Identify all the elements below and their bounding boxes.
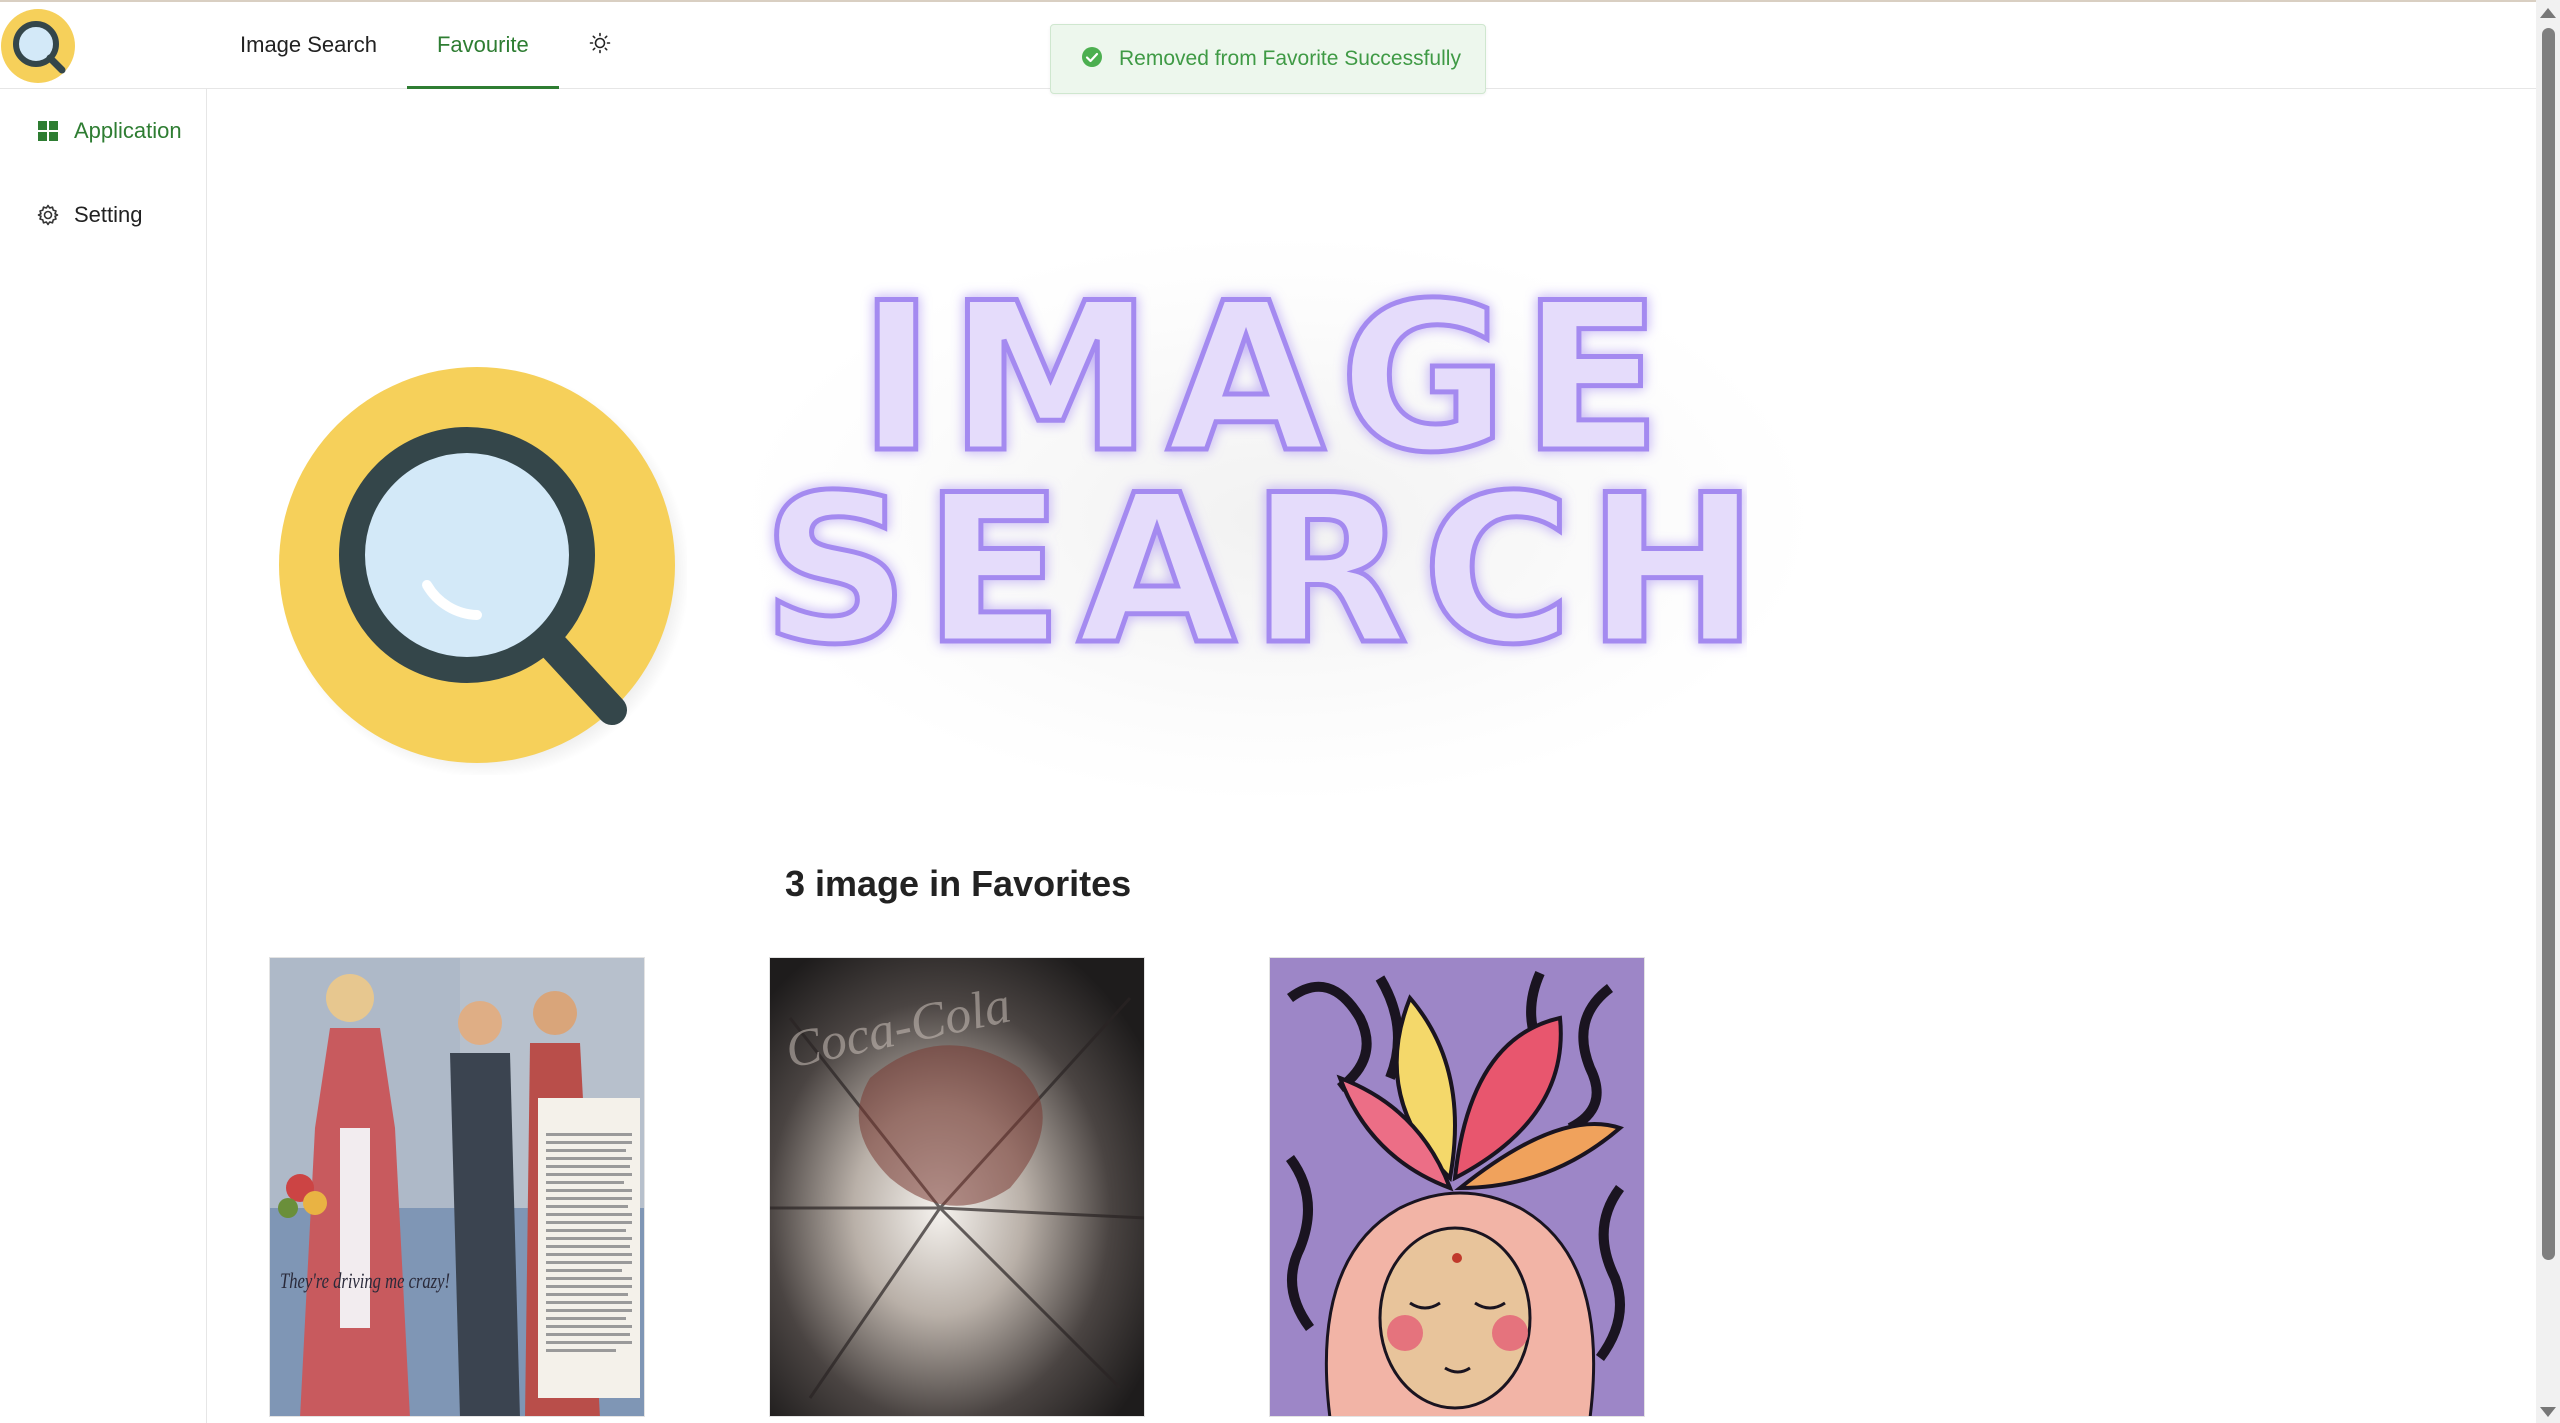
favorite-image-card[interactable]: They're driving me crazy! [269,957,645,1417]
favorite-image-card[interactable]: Coca-Cola [769,957,1145,1417]
favorites-count-heading: 3 image in Favorites [785,863,1132,904]
success-toast: Removed from Favorite Successfully [1050,24,1486,94]
page-scrollbar[interactable] [2536,0,2560,1423]
tab-favourite[interactable]: Favourite [406,2,559,89]
hero-magnifier-logo [267,355,690,780]
grid-icon [36,119,60,143]
sidebar: Application Setting [0,89,207,1423]
gear-icon [36,203,60,227]
sidebar-item-application[interactable]: Application [36,111,182,151]
sun-icon [589,32,611,59]
theme-toggle-button[interactable] [559,2,641,88]
main-content: IMAGE SEARCH 3 image in Favorites They'r… [207,89,2536,1423]
motion-blur-image: Coca-Cola [770,958,1144,1416]
vintage-ad-image: They're driving me crazy! [270,958,644,1416]
illustrated-girl-image [1270,958,1644,1416]
tab-image-search[interactable]: Image Search [210,2,407,88]
hero-banner: IMAGE SEARCH [267,179,1867,859]
favorite-image-card[interactable] [1269,957,1645,1417]
image-caption: They're driving me crazy! [280,1268,450,1293]
scroll-thumb[interactable] [2542,28,2555,1260]
hero-title: IMAGE SEARCH [747,179,1760,799]
sidebar-item-label: Setting [74,202,143,227]
sidebar-item-setting[interactable]: Setting [36,195,143,235]
scroll-up-arrow-icon[interactable] [2540,8,2556,18]
top-nav: Image Search Favourite [210,2,641,89]
sidebar-item-label: Application [74,118,182,143]
scroll-down-arrow-icon[interactable] [2540,1407,2556,1417]
app-logo[interactable] [0,8,76,84]
check-circle-icon [1081,46,1103,73]
toast-message: Removed from Favorite Successfully [1119,47,1461,70]
hero-title-line2: SEARCH [762,452,1747,690]
